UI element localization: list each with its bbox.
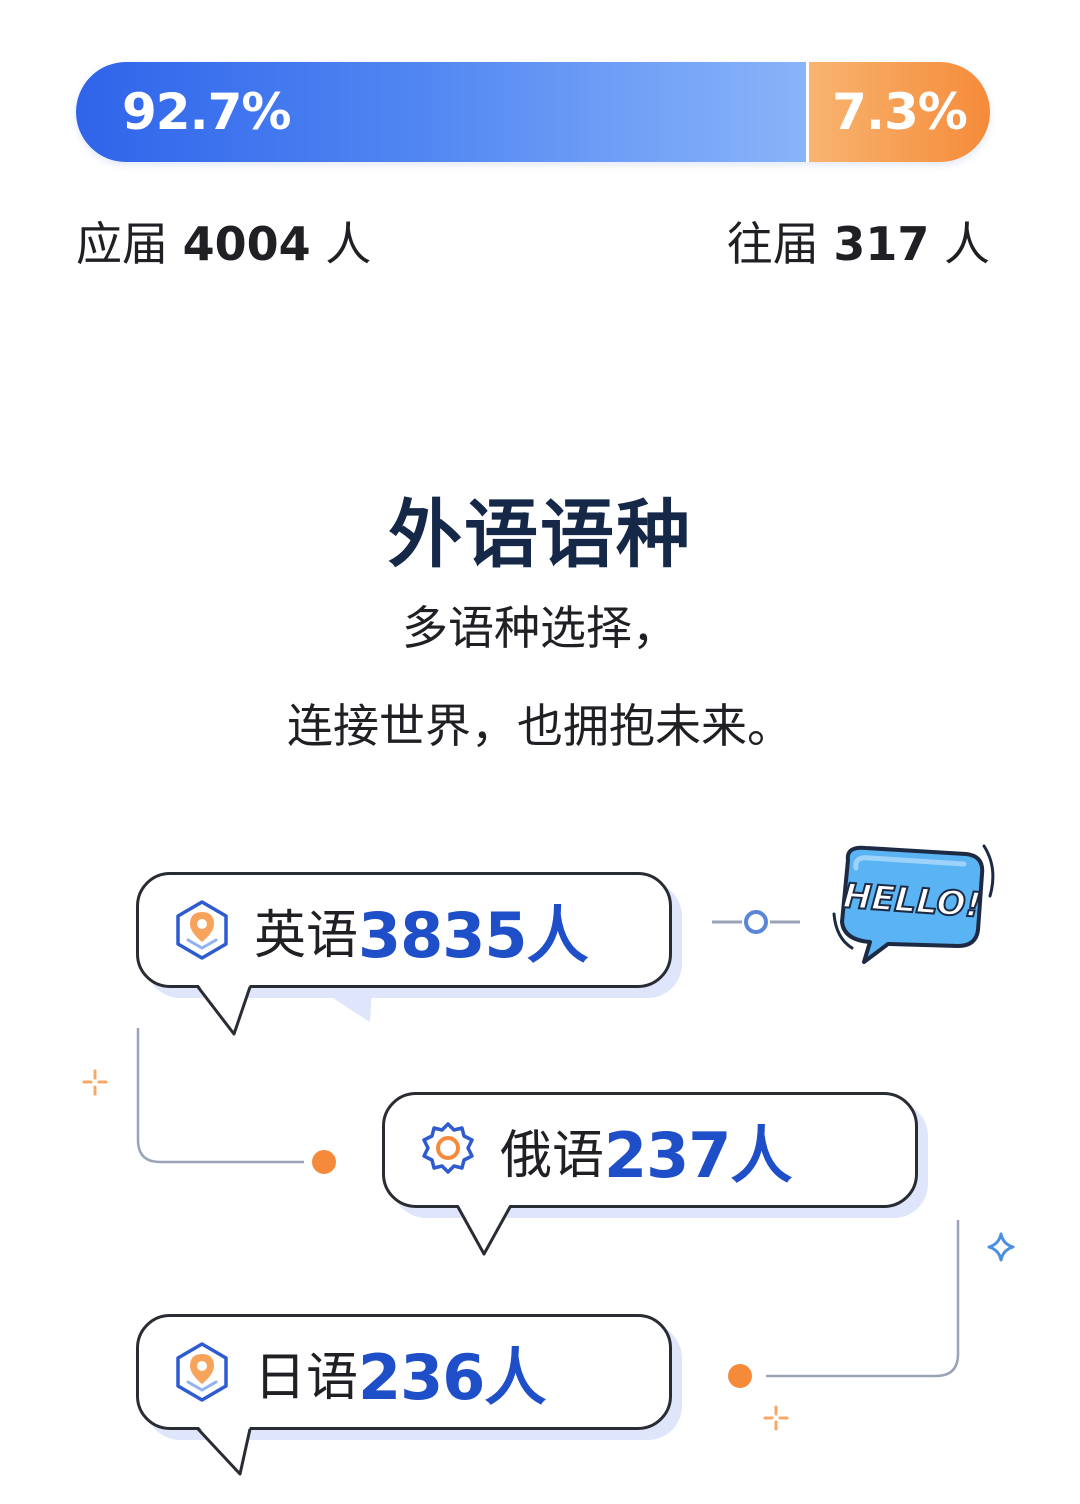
hello-speech-badge: HELLO! (832, 844, 995, 964)
gear-icon (422, 1122, 474, 1174)
language-bubble-japanese: 日语 236人 (136, 1314, 672, 1476)
sparkle-icon (82, 1069, 108, 1096)
language-name: 日语 (254, 1347, 359, 1408)
language-count: 236人 (358, 1341, 546, 1414)
language-name: 俄语 (500, 1125, 605, 1186)
location-pin-hexagon-icon (176, 1342, 228, 1402)
bubble-tail (318, 988, 372, 1022)
bubble-tail (196, 1426, 252, 1476)
language-bubble-english: 英语 3835人 (136, 872, 672, 1036)
location-pin-hexagon-icon (176, 900, 228, 960)
connector-node-ring (744, 910, 768, 934)
bubble-tail (196, 984, 252, 1036)
language-bubble-russian: 俄语 237人 (382, 1092, 918, 1256)
connector-lines (82, 910, 1015, 1431)
sparkle-icon (987, 1232, 1015, 1262)
connector-node-dot (312, 1150, 336, 1174)
language-count: 237人 (604, 1119, 792, 1192)
connector-node-dot (728, 1364, 752, 1388)
language-name: 英语 (254, 905, 359, 966)
bubble-tail (456, 1204, 512, 1256)
language-count: 3835人 (358, 899, 589, 972)
sparkle-icon (763, 1405, 789, 1431)
